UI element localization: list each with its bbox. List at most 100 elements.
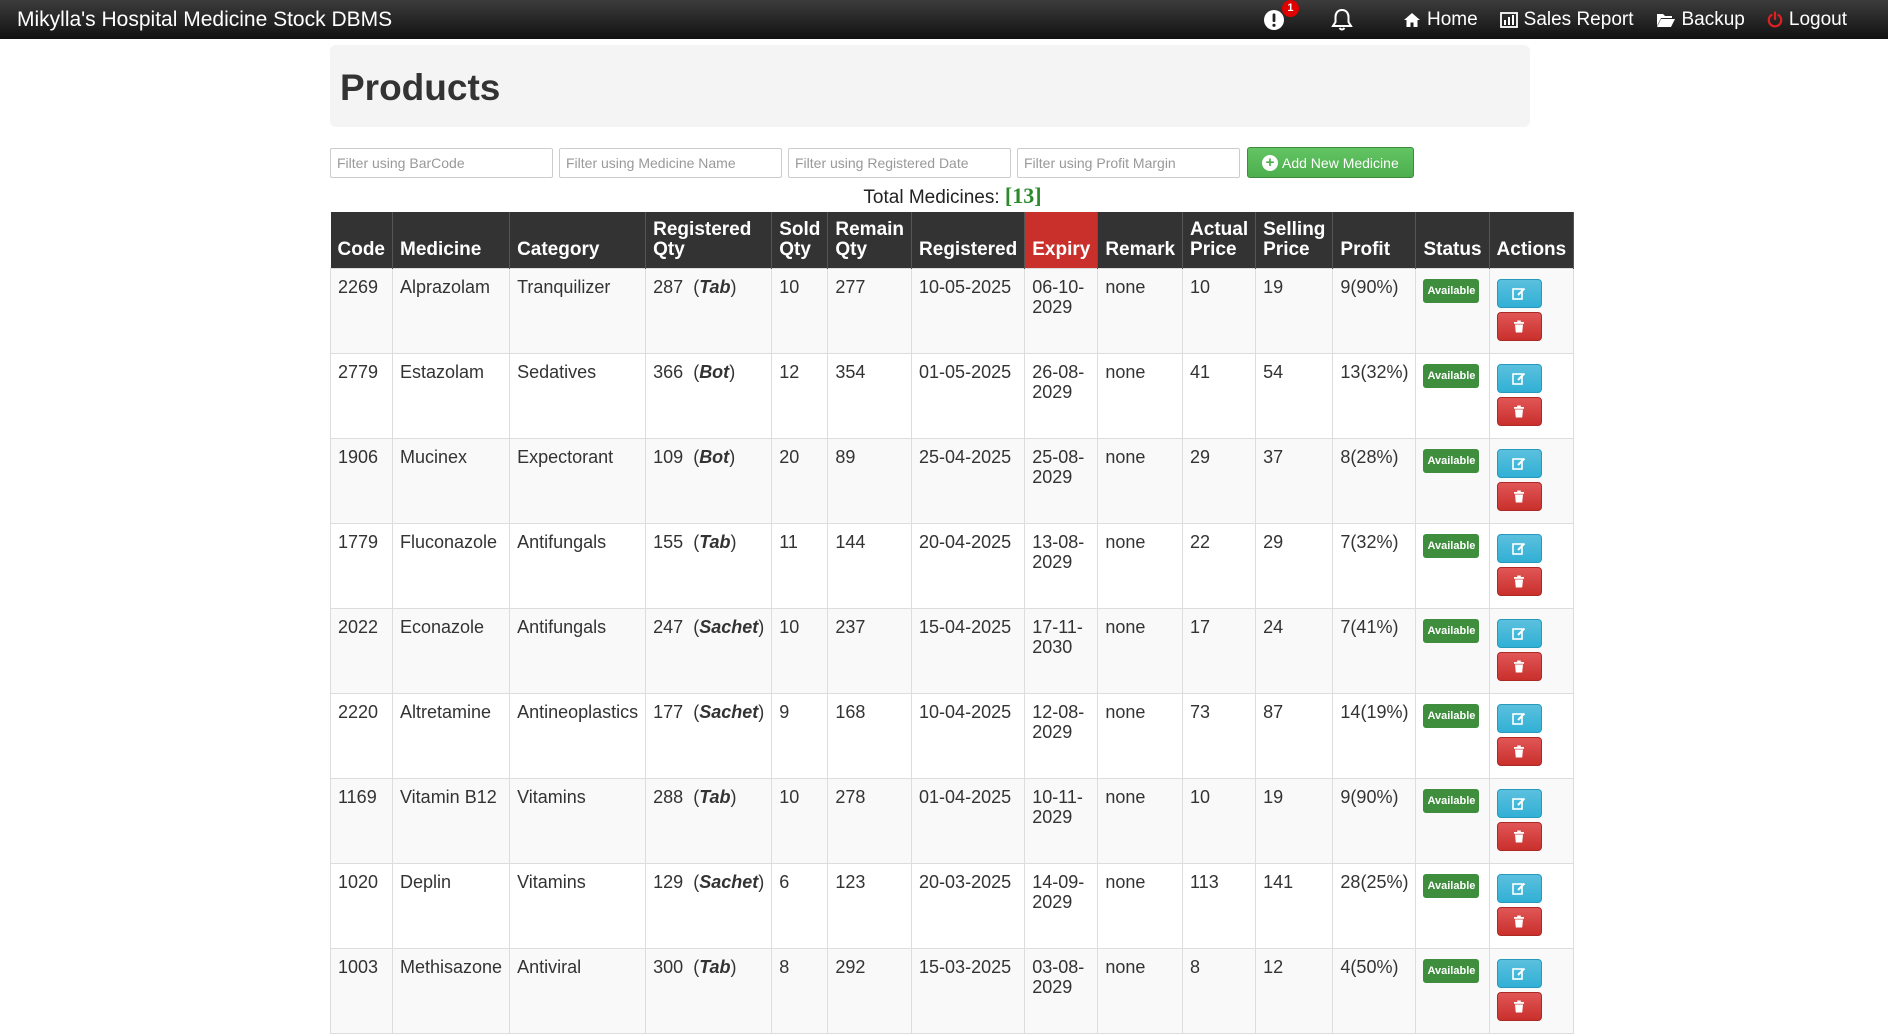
cell-medicine: Deplin bbox=[391, 863, 511, 949]
add-new-medicine-button[interactable]: + Add New Medicine bbox=[1247, 147, 1414, 178]
app-title[interactable]: Mikylla's Hospital Medicine Stock DBMS bbox=[17, 8, 392, 32]
cell-profit: 9(90%) bbox=[1332, 268, 1417, 354]
cell-actual-price: 41 bbox=[1182, 353, 1257, 439]
cell-actual-price: 8 bbox=[1182, 948, 1257, 1034]
exclamation-circle-icon bbox=[1263, 9, 1284, 30]
trash-icon bbox=[1514, 490, 1525, 503]
trash-icon bbox=[1514, 830, 1525, 843]
delete-button[interactable] bbox=[1496, 482, 1542, 511]
cell-sold-qty: 8 bbox=[771, 948, 829, 1034]
registered-qty-unit: Tab bbox=[699, 277, 731, 297]
cell-remain-qty: 278 bbox=[827, 778, 913, 864]
edit-button[interactable] bbox=[1496, 959, 1542, 988]
cell-remain-qty: 292 bbox=[827, 948, 913, 1034]
trash-icon bbox=[1514, 320, 1525, 333]
nav-home[interactable]: Home bbox=[1403, 9, 1478, 31]
cell-code: 2269 bbox=[330, 268, 393, 354]
col-medicine[interactable]: Medicine bbox=[392, 212, 511, 269]
cell-remark: none bbox=[1097, 948, 1184, 1034]
trash-icon bbox=[1514, 745, 1525, 758]
registered-qty-unit: Sachet bbox=[699, 702, 759, 722]
cell-selling-price: 29 bbox=[1255, 523, 1334, 609]
trash-icon bbox=[1514, 915, 1525, 928]
table-row: 1779 Fluconazole Antifungals 155 (Tab) 11 144… bbox=[330, 523, 1575, 609]
cell-registered-qty: 287 (Tab) bbox=[645, 268, 773, 354]
power-icon bbox=[1767, 11, 1783, 28]
col-registered[interactable]: Registered bbox=[911, 212, 1026, 269]
products-table: Code Medicine Category Registered Qty So… bbox=[330, 212, 1575, 1034]
cell-actions bbox=[1488, 523, 1575, 609]
registered-qty-value: 288 bbox=[653, 787, 684, 807]
cell-actions bbox=[1488, 608, 1575, 694]
cell-remark: none bbox=[1097, 693, 1184, 779]
cell-sold-qty: 20 bbox=[771, 438, 829, 524]
cell-profit: 13(32%) bbox=[1332, 353, 1417, 439]
cell-selling-price: 19 bbox=[1255, 778, 1334, 864]
cell-registered-qty: 288 (Tab) bbox=[645, 778, 773, 864]
edit-button[interactable] bbox=[1496, 279, 1542, 308]
delete-button[interactable] bbox=[1496, 312, 1542, 341]
nav-backup[interactable]: Backup bbox=[1656, 9, 1745, 31]
col-selling-price[interactable]: Selling Price bbox=[1255, 212, 1334, 269]
cell-actions bbox=[1488, 863, 1575, 949]
notifications-button[interactable] bbox=[1331, 8, 1353, 32]
cell-remark: none bbox=[1097, 523, 1184, 609]
registered-date-filter-input[interactable] bbox=[788, 147, 1011, 178]
cell-remain-qty: 123 bbox=[827, 863, 913, 949]
barcode-filter-input[interactable] bbox=[330, 147, 553, 178]
medicine-name-filter-input[interactable] bbox=[559, 147, 782, 178]
edit-button[interactable] bbox=[1496, 619, 1542, 648]
col-actual-price[interactable]: Actual Price bbox=[1182, 212, 1257, 269]
registered-qty-unit: Tab bbox=[699, 957, 731, 977]
edit-button[interactable] bbox=[1496, 534, 1542, 563]
cell-actions bbox=[1488, 693, 1575, 779]
cell-selling-price: 37 bbox=[1255, 438, 1334, 524]
alert-button[interactable]: 1 bbox=[1263, 0, 1299, 31]
cell-remark: none bbox=[1097, 778, 1184, 864]
delete-button[interactable] bbox=[1496, 907, 1542, 936]
cell-sold-qty: 11 bbox=[771, 523, 829, 609]
cell-profit: 28(25%) bbox=[1332, 863, 1417, 949]
edit-icon bbox=[1512, 542, 1526, 555]
cell-expiry: 10-11-2029 bbox=[1024, 778, 1099, 864]
cell-status: Available bbox=[1415, 353, 1490, 439]
col-category[interactable]: Category bbox=[509, 212, 647, 269]
delete-button[interactable] bbox=[1496, 567, 1542, 596]
cell-status: Available bbox=[1415, 948, 1490, 1034]
edit-button[interactable] bbox=[1496, 874, 1542, 903]
col-code[interactable]: Code bbox=[330, 212, 393, 269]
delete-button[interactable] bbox=[1496, 737, 1542, 766]
cell-category: Sedatives bbox=[509, 353, 647, 439]
cell-medicine: Fluconazole bbox=[391, 523, 511, 609]
bar-chart-icon bbox=[1499, 11, 1518, 28]
table-row: 2220 Altretamine Antineoplastics 177 (Sache… bbox=[330, 693, 1575, 779]
cell-actual-price: 10 bbox=[1182, 268, 1257, 354]
edit-button[interactable] bbox=[1496, 789, 1542, 818]
col-remark[interactable]: Remark bbox=[1097, 212, 1184, 269]
delete-button[interactable] bbox=[1496, 652, 1542, 681]
cell-medicine: Econazole bbox=[391, 608, 511, 694]
table-row: 1906 Mucinex Expectorant 109 (Bot) 20 89 25-04… bbox=[330, 438, 1575, 524]
col-sold-qty[interactable]: Sold Qty bbox=[771, 212, 829, 269]
registered-qty-value: 155 bbox=[653, 532, 684, 552]
nav-sales-report[interactable]: Sales Report bbox=[1499, 9, 1634, 31]
table-header-row: Code Medicine Category Registered Qty So… bbox=[330, 212, 1575, 269]
col-remain-qty[interactable]: Remain Qty bbox=[827, 212, 913, 269]
edit-button[interactable] bbox=[1496, 449, 1542, 478]
col-registered-qty[interactable]: Registered Qty bbox=[645, 212, 773, 269]
nav-logout[interactable]: Logout bbox=[1767, 9, 1847, 31]
col-profit[interactable]: Profit bbox=[1332, 212, 1417, 269]
col-status[interactable]: Status bbox=[1415, 212, 1490, 269]
delete-button[interactable] bbox=[1496, 992, 1542, 1021]
delete-button[interactable] bbox=[1496, 822, 1542, 851]
cell-actions bbox=[1488, 948, 1575, 1034]
edit-button[interactable] bbox=[1496, 704, 1542, 733]
edit-button[interactable] bbox=[1496, 364, 1542, 393]
folder-open-icon bbox=[1656, 13, 1675, 27]
delete-button[interactable] bbox=[1496, 397, 1542, 426]
cell-status: Available bbox=[1415, 863, 1490, 949]
status-badge: Available bbox=[1423, 534, 1480, 558]
profit-margin-filter-input[interactable] bbox=[1017, 147, 1240, 178]
registered-qty-value: 109 bbox=[653, 447, 684, 467]
col-expiry[interactable]: Expiry bbox=[1024, 212, 1099, 269]
